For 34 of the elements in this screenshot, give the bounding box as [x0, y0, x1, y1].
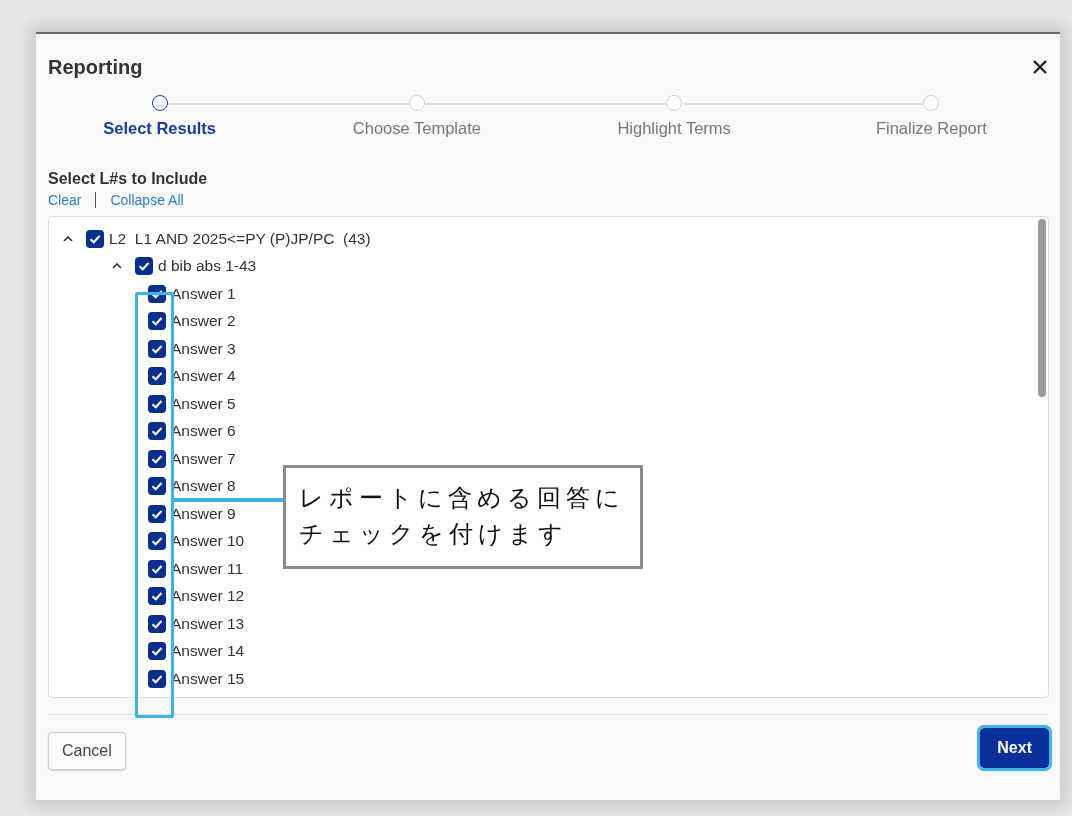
- step-label[interactable]: Select Results: [103, 119, 217, 138]
- checkbox[interactable]: [86, 229, 104, 248]
- scrollbar-thumb[interactable]: [1038, 219, 1046, 397]
- checkbox[interactable]: [148, 587, 166, 606]
- step-label[interactable]: Choose Template: [352, 119, 481, 138]
- checkbox[interactable]: [148, 669, 166, 688]
- next-button[interactable]: Next: [980, 728, 1049, 768]
- step-label[interactable]: Finalize Report: [875, 119, 987, 138]
- dialog-title: Reporting: [48, 55, 143, 79]
- checkbox[interactable]: [148, 504, 166, 523]
- action-link[interactable]: Clear: [48, 192, 82, 208]
- checkbox[interactable]: [148, 477, 166, 496]
- checkbox[interactable]: [148, 614, 166, 633]
- checkbox[interactable]: [148, 394, 166, 413]
- checkbox[interactable]: [148, 532, 166, 551]
- checkbox[interactable]: [148, 367, 166, 386]
- callout-note: レポートに含める回答にチェックを付けます: [283, 465, 643, 569]
- action-link[interactable]: Collapse All: [110, 192, 184, 208]
- checkbox[interactable]: [148, 339, 166, 358]
- section-title: Select L#s to Include: [47, 169, 209, 188]
- step-label[interactable]: Highlight Terms: [617, 119, 731, 138]
- tree-item-label: L2 L1 AND 2025<=PY (P)JP/PC (43): [109, 229, 371, 248]
- tree-item-label: d bib abs 1-43: [158, 257, 257, 276]
- checkbox[interactable]: [148, 559, 166, 578]
- close-icon[interactable]: [1032, 59, 1048, 75]
- cancel-button[interactable]: Cancel: [48, 732, 126, 770]
- checkbox[interactable]: [148, 449, 166, 468]
- checkbox[interactable]: [148, 312, 166, 331]
- checkbox[interactable]: [135, 257, 153, 276]
- collapse-chevron-icon[interactable]: [111, 262, 123, 271]
- tree-item-label: Answer 1: [171, 284, 236, 303]
- checkbox[interactable]: [148, 642, 166, 661]
- checkbox[interactable]: [148, 422, 166, 441]
- collapse-chevron-icon[interactable]: [62, 234, 74, 243]
